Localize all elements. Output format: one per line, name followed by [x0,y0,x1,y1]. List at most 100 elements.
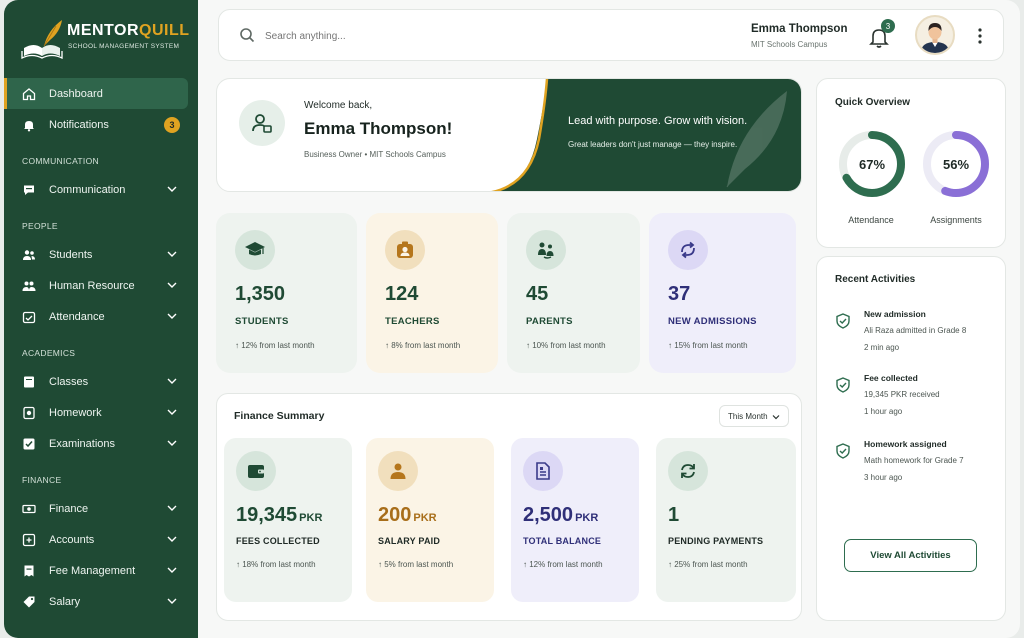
activity-time: 2 min ago [864,343,900,352]
quick-overview-title: Quick Overview [835,97,911,108]
shield-check-icon [836,377,850,393]
section-label-communication: COMMUNICATION [22,156,99,166]
employee-icon [378,451,418,491]
top-bar: Emma Thompson MIT Schools Campus 3 [218,9,1004,61]
sidebar-item-fee-management[interactable]: Fee Management [4,555,198,586]
chevron-down-icon [167,505,177,511]
welcome-card: Welcome back, Emma Thompson! Business Ow… [216,78,802,192]
welcome-greeting: Welcome back, [304,100,373,111]
sidebar-item-students[interactable]: Students [4,239,198,270]
banner-headline: Lead with purpose. Grow with vision. [568,115,748,127]
welcome-meta: Business Owner • MIT Schools Campus [304,150,446,159]
sidebar-item-finance[interactable]: Finance [4,493,198,524]
sidebar-item-label: Examinations [49,437,116,450]
sidebar-item-label: Finance [49,502,89,515]
stat-value: 37 [668,283,691,305]
book-quill-logo-icon [21,20,63,60]
activity-detail: Ali Raza admitted in Grade 8 [864,326,967,335]
receipt-icon [22,564,36,578]
activity-detail: 19,345 PKR received [864,390,940,399]
app-window: MENTORQUILL SCHOOL MANAGEMENT SYSTEM Das… [4,0,1020,638]
stat-card-teachers[interactable]: 124 TEACHERS ↑ 8% from last month [366,213,498,373]
finance-value: 2,500 PKR [523,504,599,526]
finance-value: 200 PKR [378,504,437,526]
finance-card-fees-collected[interactable]: 19,345 PKR FEES COLLECTED ↑ 18% from last… [224,438,352,602]
sidebar-item-accounts[interactable]: Accounts [4,524,198,555]
refresh-icon [668,451,708,491]
more-options-icon[interactable] [977,26,983,46]
section-label-people: PEOPLE [22,221,58,231]
notification-count-badge: 3 [164,117,180,133]
sidebar-item-label: Notifications [49,118,109,131]
stat-card-students[interactable]: 1,350 STUDENTS ↑ 12% from last month [216,213,357,373]
chevron-down-icon [772,415,780,420]
sidebar-item-human-resource[interactable]: Human Resource [4,270,198,301]
sidebar-item-salary[interactable]: Salary [4,586,198,617]
sidebar-item-examinations[interactable]: Examinations [4,428,198,459]
section-label-academics: ACADEMICS [22,348,76,358]
finance-card-total-balance[interactable]: 2,500 PKR TOTAL BALANCE ↑ 12% from last m… [511,438,639,602]
tag-icon [22,595,36,609]
stat-card-parents[interactable]: 45 PARENTS ↑ 10% from last month [507,213,640,373]
chevron-down-icon [167,536,177,542]
user-card-icon [239,100,285,146]
finance-value: 1 [668,504,680,526]
chevron-down-icon [167,440,177,446]
brand-name: MENTORQUILL [67,22,190,39]
finance-card-pending-payments[interactable]: 1 PENDING PAYMENTS ↑ 25% from last month [656,438,796,602]
wallet-icon [236,451,276,491]
period-select[interactable]: This Month [719,405,789,427]
chevron-down-icon [167,186,177,192]
stat-delta: ↑ 15% from last month [668,341,748,350]
chevron-down-icon [167,313,177,319]
search-input[interactable] [265,24,565,48]
sidebar-item-label: Students [49,248,93,261]
sidebar-item-label: Attendance [49,310,105,323]
team-icon [22,279,36,293]
notification-badge: 3 [881,19,895,33]
sidebar-item-label: Fee Management [49,564,136,577]
sidebar-item-attendance[interactable]: Attendance [4,301,198,332]
attendance-value: 67% [858,156,886,172]
chevron-down-icon [167,409,177,415]
finance-card-salary-paid[interactable]: 200 PKR SALARY PAID ↑ 5% from last month [366,438,494,602]
shield-check-icon [836,313,850,329]
finance-label: TOTAL BALANCE [523,536,602,546]
sidebar-item-label: Classes [49,375,89,388]
stat-delta: ↑ 8% from last month [385,341,461,350]
view-all-activities-button[interactable]: View All Activities [844,539,977,572]
avatar[interactable] [915,15,955,55]
quick-overview-card: Quick Overview 67% Attendance 56% Assign… [816,78,1006,248]
brand-logo[interactable]: MENTORQUILL SCHOOL MANAGEMENT SYSTEM [20,12,195,64]
sidebar-item-notifications[interactable]: Notifications 3 [4,109,198,140]
search-icon [240,28,255,43]
stat-delta: ↑ 10% from last month [526,341,606,350]
stat-value: 124 [385,283,419,305]
stat-label: PARENTS [526,316,573,327]
activity-time: 3 hour ago [864,473,903,482]
finance-label: SALARY PAID [378,536,441,546]
chevron-down-icon [167,251,177,257]
stat-delta: ↑ 12% from last month [235,341,315,350]
finance-summary-card: Finance Summary This Month 19,345 PKR FEE… [216,393,802,621]
sidebar: MENTORQUILL SCHOOL MANAGEMENT SYSTEM Das… [4,0,198,638]
sidebar-item-label: Human Resource [49,279,135,292]
activity-title: New admission [864,309,926,319]
sidebar-item-homework[interactable]: Homework [4,397,198,428]
activity-detail: Math homework for Grade 7 [864,456,964,465]
sidebar-item-dashboard[interactable]: Dashboard [4,78,188,109]
users-icon [22,248,36,262]
sidebar-item-communication[interactable]: Communication [4,174,198,205]
assignments-label: Assignments [930,215,982,225]
assignments-value: 56% [942,156,970,172]
stat-card-new-admissions[interactable]: 37 NEW ADMISSIONS ↑ 15% from last month [649,213,796,373]
attendance-label: Attendance [848,215,894,225]
chat-icon [22,183,36,197]
notebook-icon [22,406,36,420]
sidebar-item-classes[interactable]: Classes [4,366,198,397]
stat-label: STUDENTS [235,316,289,327]
finance-title: Finance Summary [234,410,325,422]
activity-title: Homework assigned [864,439,947,449]
chevron-down-icon [167,567,177,573]
calendar-check-icon [22,310,36,324]
